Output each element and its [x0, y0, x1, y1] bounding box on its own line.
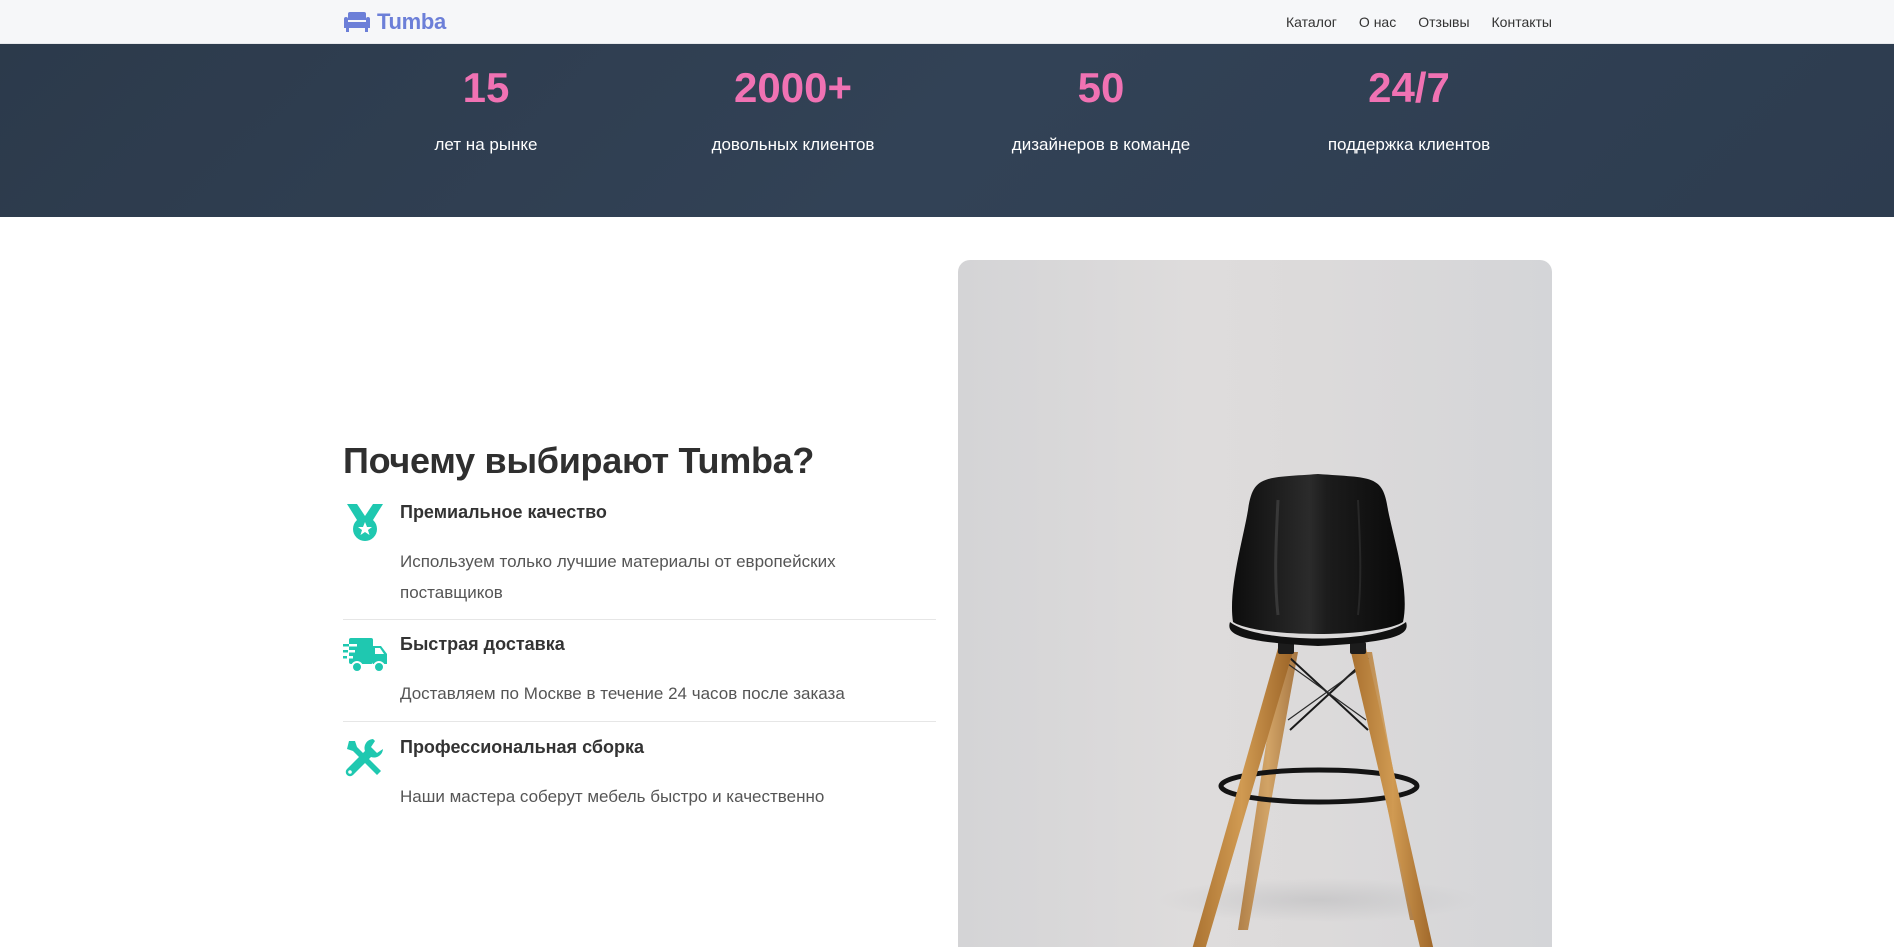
stat-value: 2000+ — [734, 64, 852, 111]
feature-title: Быстрая доставка — [400, 634, 565, 654]
sofa-icon — [344, 12, 370, 32]
stat-value: 24/7 — [1368, 64, 1450, 111]
nav-item-reviews[interactable]: Отзывы — [1418, 14, 1469, 30]
nav-item-contacts[interactable]: Контакты — [1492, 14, 1552, 30]
brand-name: Tumba — [377, 9, 446, 34]
stat-label: дизайнеров в команде — [1011, 135, 1191, 154]
feature-assembly: Профессиональная сборка Наши мастера соб… — [343, 737, 936, 827]
feature-description: Используем только лучшие материалы от ев… — [400, 552, 836, 602]
medal-icon — [347, 504, 383, 541]
stats-band: 15 лет на рынке 2000+ довольных клиентов… — [0, 44, 1894, 217]
brand-logo[interactable]: Tumba — [343, 7, 446, 37]
feature-description: Наши мастера соберут мебель быстро и кач… — [400, 787, 825, 806]
feature-quality: Премиальное качество Используем только л… — [343, 502, 936, 620]
stat-label: довольных клиентов — [711, 135, 875, 154]
why-title: Почему выбирают Tumba? — [343, 440, 815, 481]
nav-item-catalog[interactable]: Каталог — [1286, 14, 1337, 30]
feature-description: Доставляем по Москве в течение 24 часов … — [400, 684, 845, 703]
main-nav: Каталог О нас Отзывы Контакты — [1286, 0, 1552, 44]
feature-title: Премиальное качество — [400, 502, 607, 522]
feature-title: Профессиональная сборка — [400, 737, 644, 757]
feature-delivery: Быстрая доставка Доставляем по Москве в … — [343, 634, 936, 722]
nav-item-about[interactable]: О нас — [1359, 14, 1396, 30]
stat-value: 50 — [1077, 64, 1125, 111]
chair-photo — [958, 260, 1552, 947]
chair-illustration — [1158, 474, 1478, 947]
tools-icon — [345, 739, 383, 777]
truck-icon — [343, 638, 387, 673]
stat-label: поддержка клиентов — [1327, 135, 1491, 154]
navbar: Tumba Каталог О нас Отзывы Контакты — [0, 0, 1894, 44]
stat-value: 15 — [462, 64, 510, 111]
stat-label: лет на рынке — [434, 135, 538, 154]
